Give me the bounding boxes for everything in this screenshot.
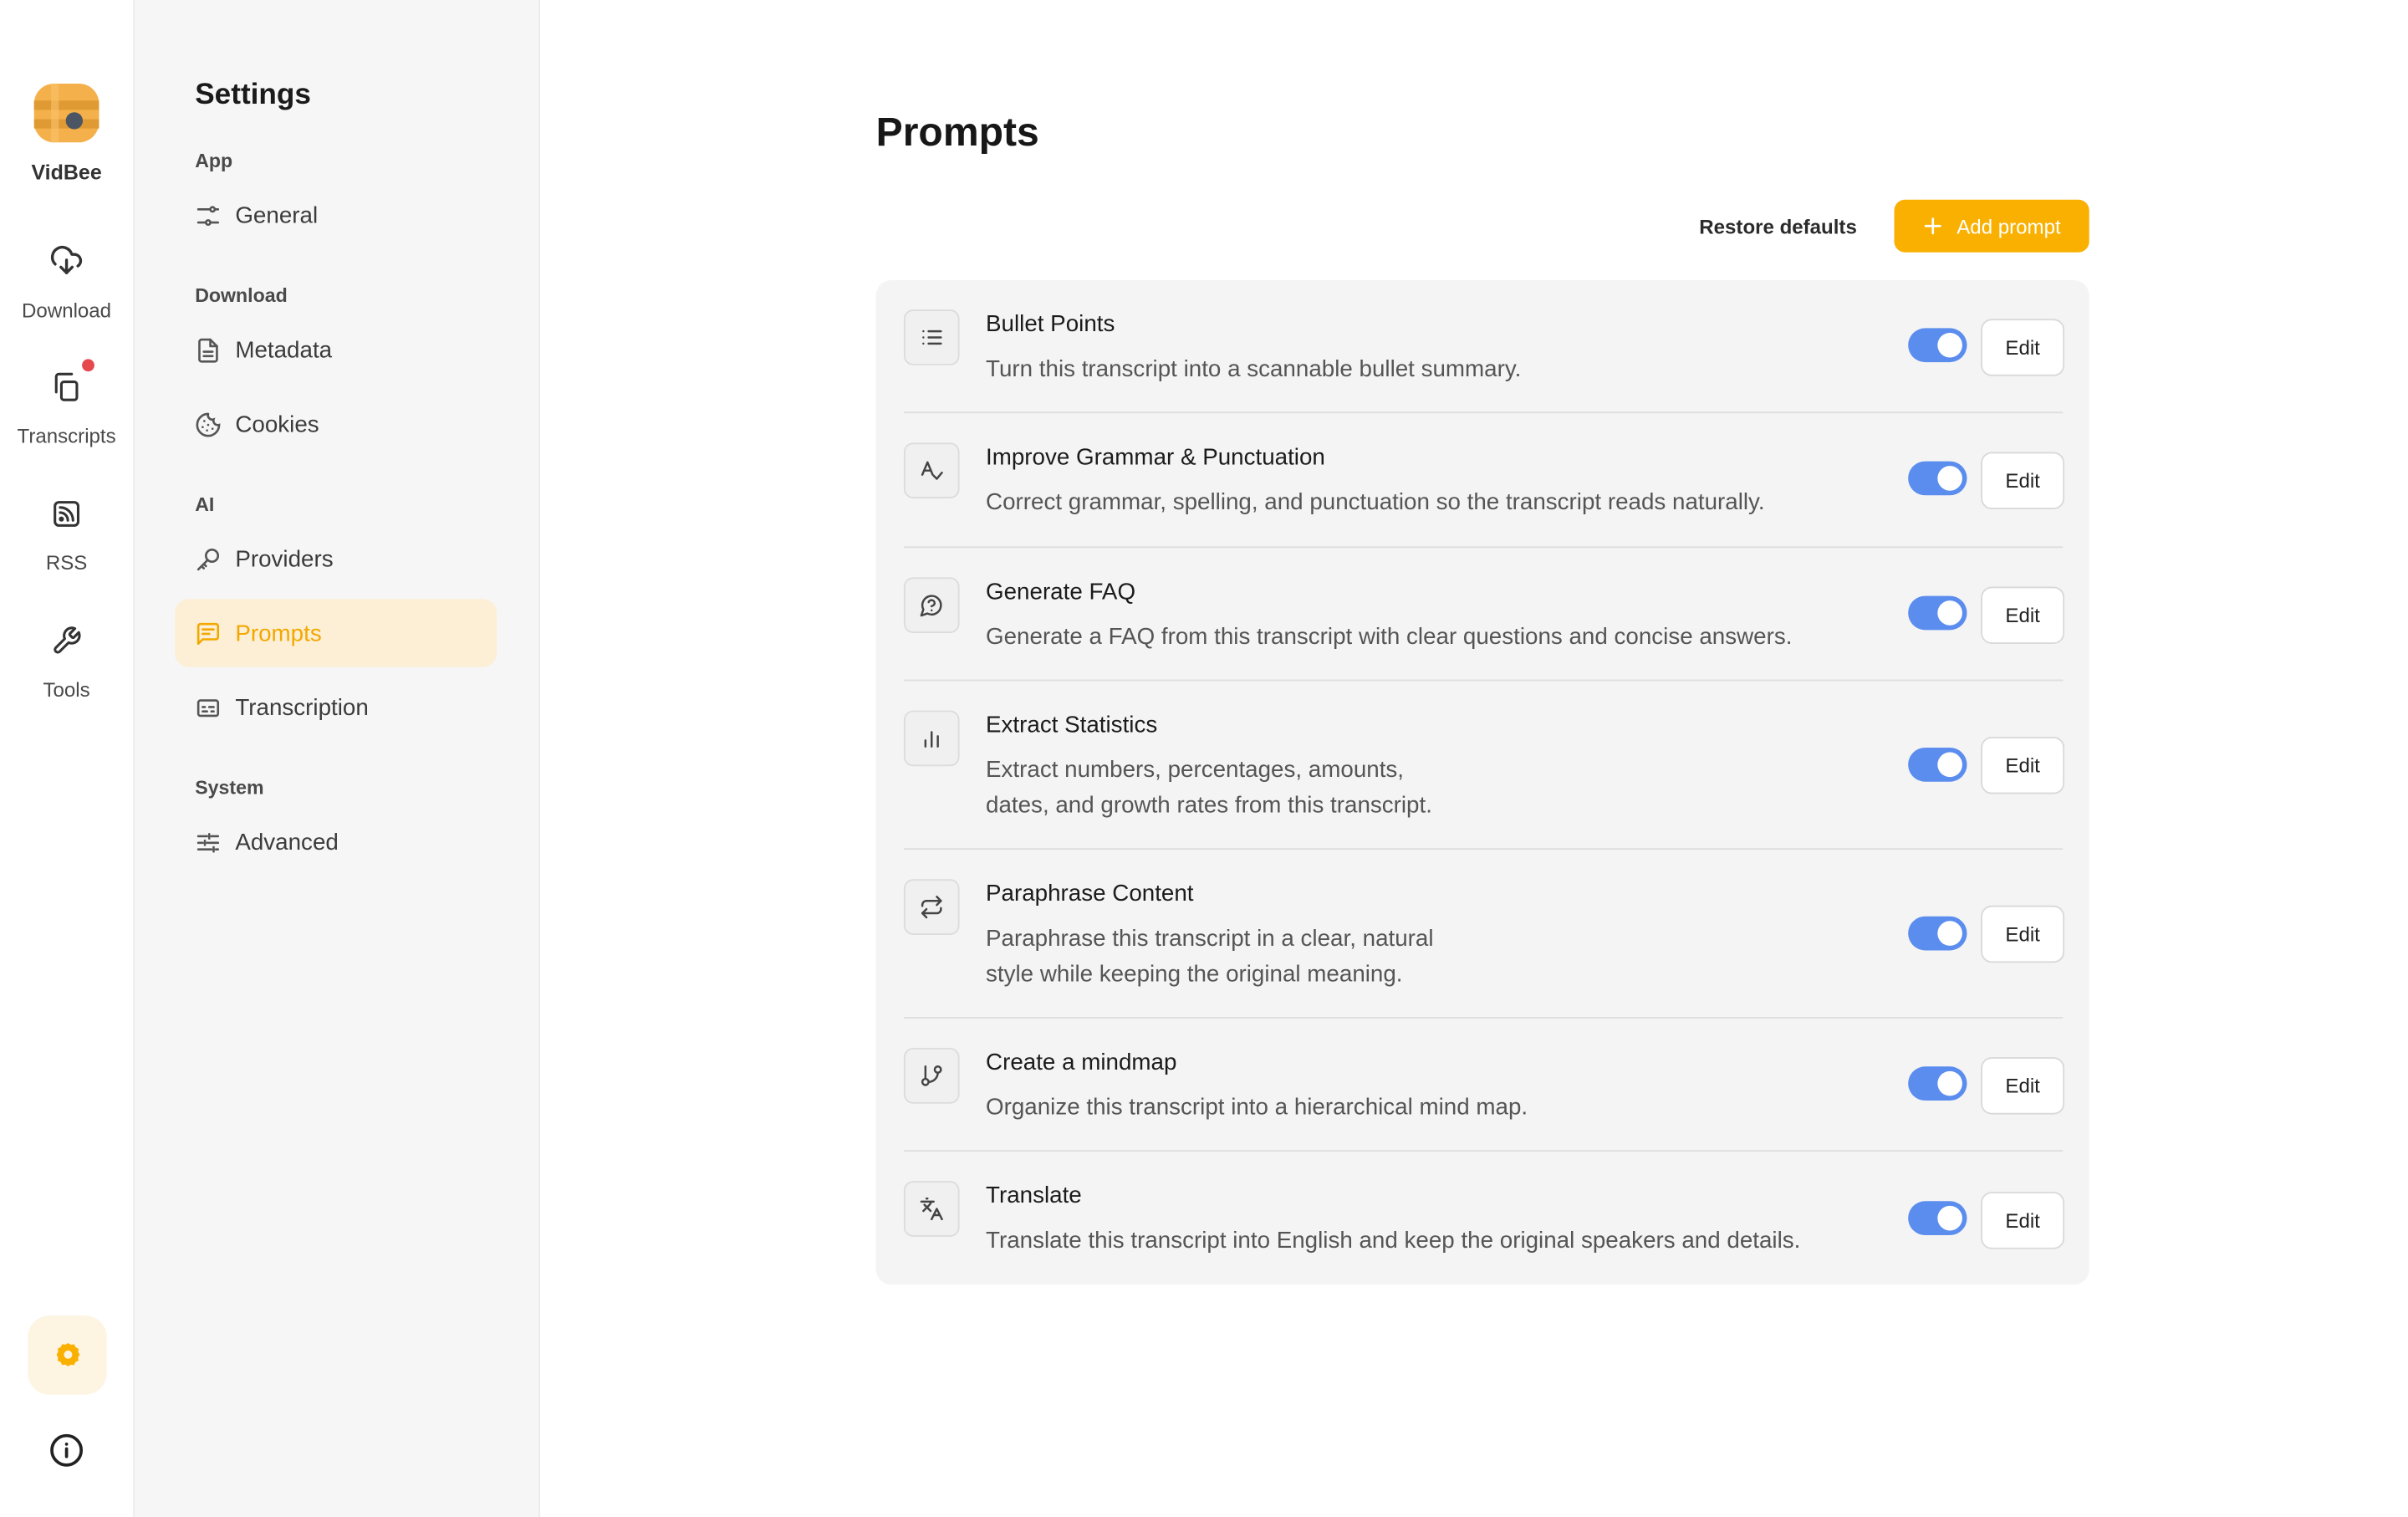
message-icon [196,621,220,645]
restore-defaults-button[interactable]: Restore defaults [1684,200,1873,253]
prompt-row-generate-faq: Generate FAQ Generate a FAQ from this tr… [903,548,2065,682]
edit-button[interactable]: Edit [1981,319,2065,376]
gear-icon [55,1342,79,1366]
prompt-title: Paraphrase Content [986,881,1194,907]
prompt-row-improve-grammar: Improve Grammar & Punctuation Correct gr… [903,413,2065,549]
rail-item-download[interactable]: Download [0,243,133,322]
section-system: System [195,777,264,799]
key-icon [196,548,220,570]
nav-label-advanced: Advanced [235,829,339,856]
cookie-icon [196,411,221,437]
nav-label-metadata: Metadata [235,336,333,364]
edit-button[interactable]: Edit [1981,586,2065,644]
prompt-toggle[interactable] [1908,461,1967,496]
rail-item-rss[interactable]: RSS [0,498,133,575]
prompt-title: Generate FAQ [986,579,1136,605]
nav-item-advanced[interactable]: Advanced [175,808,497,876]
rail-label-tools: Tools [43,677,90,702]
help-bubble-icon [903,577,960,634]
prompt-description: Extract numbers, percentages, amounts, d… [986,757,1432,820]
nav-label-cookies: Cookies [235,411,319,437]
nav-item-transcription[interactable]: Transcription [175,673,497,741]
app-rail: VidBee Download Transcripts RSS Tools [0,0,135,1517]
section-download: Download [195,284,288,307]
prompt-description: Generate a FAQ from this transcript with… [986,623,1793,651]
nav-item-providers[interactable]: Providers [175,524,497,592]
prompt-toggle[interactable] [1908,916,1967,951]
plus-icon [1925,217,1942,235]
section-app: App [195,150,233,172]
add-prompt-button[interactable]: Add prompt [1894,199,2089,253]
git-branch-icon [903,1048,960,1104]
nav-item-cookies[interactable]: Cookies [175,390,497,457]
prompt-description: Organize this transcript into a hierarch… [986,1094,1528,1121]
nav-item-metadata[interactable]: Metadata [175,316,497,384]
list-icon [903,309,960,365]
nav-label-providers: Providers [235,545,334,572]
edit-button[interactable]: Edit [1981,1057,2065,1115]
prompt-toggle[interactable] [1908,595,1967,631]
prompt-toggle[interactable] [1908,1066,1967,1101]
file-icon [198,337,218,362]
page-title: Prompts [875,108,1039,156]
captions-icon [196,698,220,717]
edit-button[interactable]: Edit [1981,905,2065,963]
section-ai: AI [195,493,215,516]
settings-title: Settings [195,79,311,112]
prompt-description: Paraphrase this transcript in a clear, n… [986,925,1434,988]
prompt-description: Turn this transcript into a scannable bu… [986,355,1522,383]
notification-badge [82,359,94,372]
rail-label-transcripts: Transcripts [17,424,116,447]
edit-button[interactable]: Edit [1981,1192,2065,1249]
spell-check-icon [903,442,960,498]
settings-sliders-icon [196,832,220,852]
nav-item-prompts[interactable]: Prompts [175,599,497,667]
edit-button[interactable]: Edit [1981,737,2065,794]
prompt-title: Improve Grammar & Punctuation [986,444,1325,471]
rss-icon [54,501,80,527]
prompt-title: Create a mindmap [986,1049,1177,1076]
prompts-list: Bullet Points Turn this transcript into … [875,280,2089,1285]
sliders-icon [196,205,220,226]
prompt-row-translate: Translate Translate this transcript into… [903,1152,2065,1285]
nav-label-prompts: Prompts [235,620,322,646]
edit-button[interactable]: Edit [1981,452,2065,509]
rail-item-transcripts[interactable]: Transcripts [0,359,133,447]
settings-button[interactable] [28,1315,107,1395]
bar-chart-icon [903,710,960,767]
cloud-download-icon [50,246,83,274]
rail-label-rss: RSS [45,550,88,575]
prompt-toggle[interactable] [1908,328,1967,363]
prompt-title: Extract Statistics [986,712,1158,738]
prompt-row-bullet-points: Bullet Points Turn this transcript into … [903,280,2065,414]
nav-item-general[interactable]: General [175,181,497,249]
repeat-icon [903,879,960,935]
prompt-title: Translate [986,1182,1082,1209]
prompt-row-extract-statistics: Extract Statistics Extract numbers, perc… [903,681,2065,850]
languages-icon [903,1181,960,1237]
vidbee-logo-icon [33,83,99,143]
prompt-row-mindmap: Create a mindmap Organize this transcrip… [903,1019,2065,1152]
rail-item-tools[interactable]: Tools [0,626,133,702]
files-icon [54,372,79,401]
add-prompt-label: Add prompt [1956,214,2061,238]
prompt-description: Correct grammar, spelling, and punctuati… [986,488,1765,516]
wrench-icon [54,626,81,654]
prompt-row-paraphrase: Paraphrase Content Paraphrase this trans… [903,850,2065,1019]
prompt-toggle[interactable] [1908,747,1967,782]
info-icon[interactable] [48,1432,84,1468]
rail-label-download: Download [22,299,112,322]
settings-sidebar: Settings App General Download Metadata C… [135,0,540,1517]
prompt-title: Bullet Points [986,311,1115,338]
nav-label-transcription: Transcription [235,694,369,721]
brand-name: VidBee [31,161,102,185]
nav-label-general: General [235,202,319,229]
prompt-toggle[interactable] [1908,1201,1967,1236]
prompt-description: Translate this transcript into English a… [986,1227,1801,1254]
